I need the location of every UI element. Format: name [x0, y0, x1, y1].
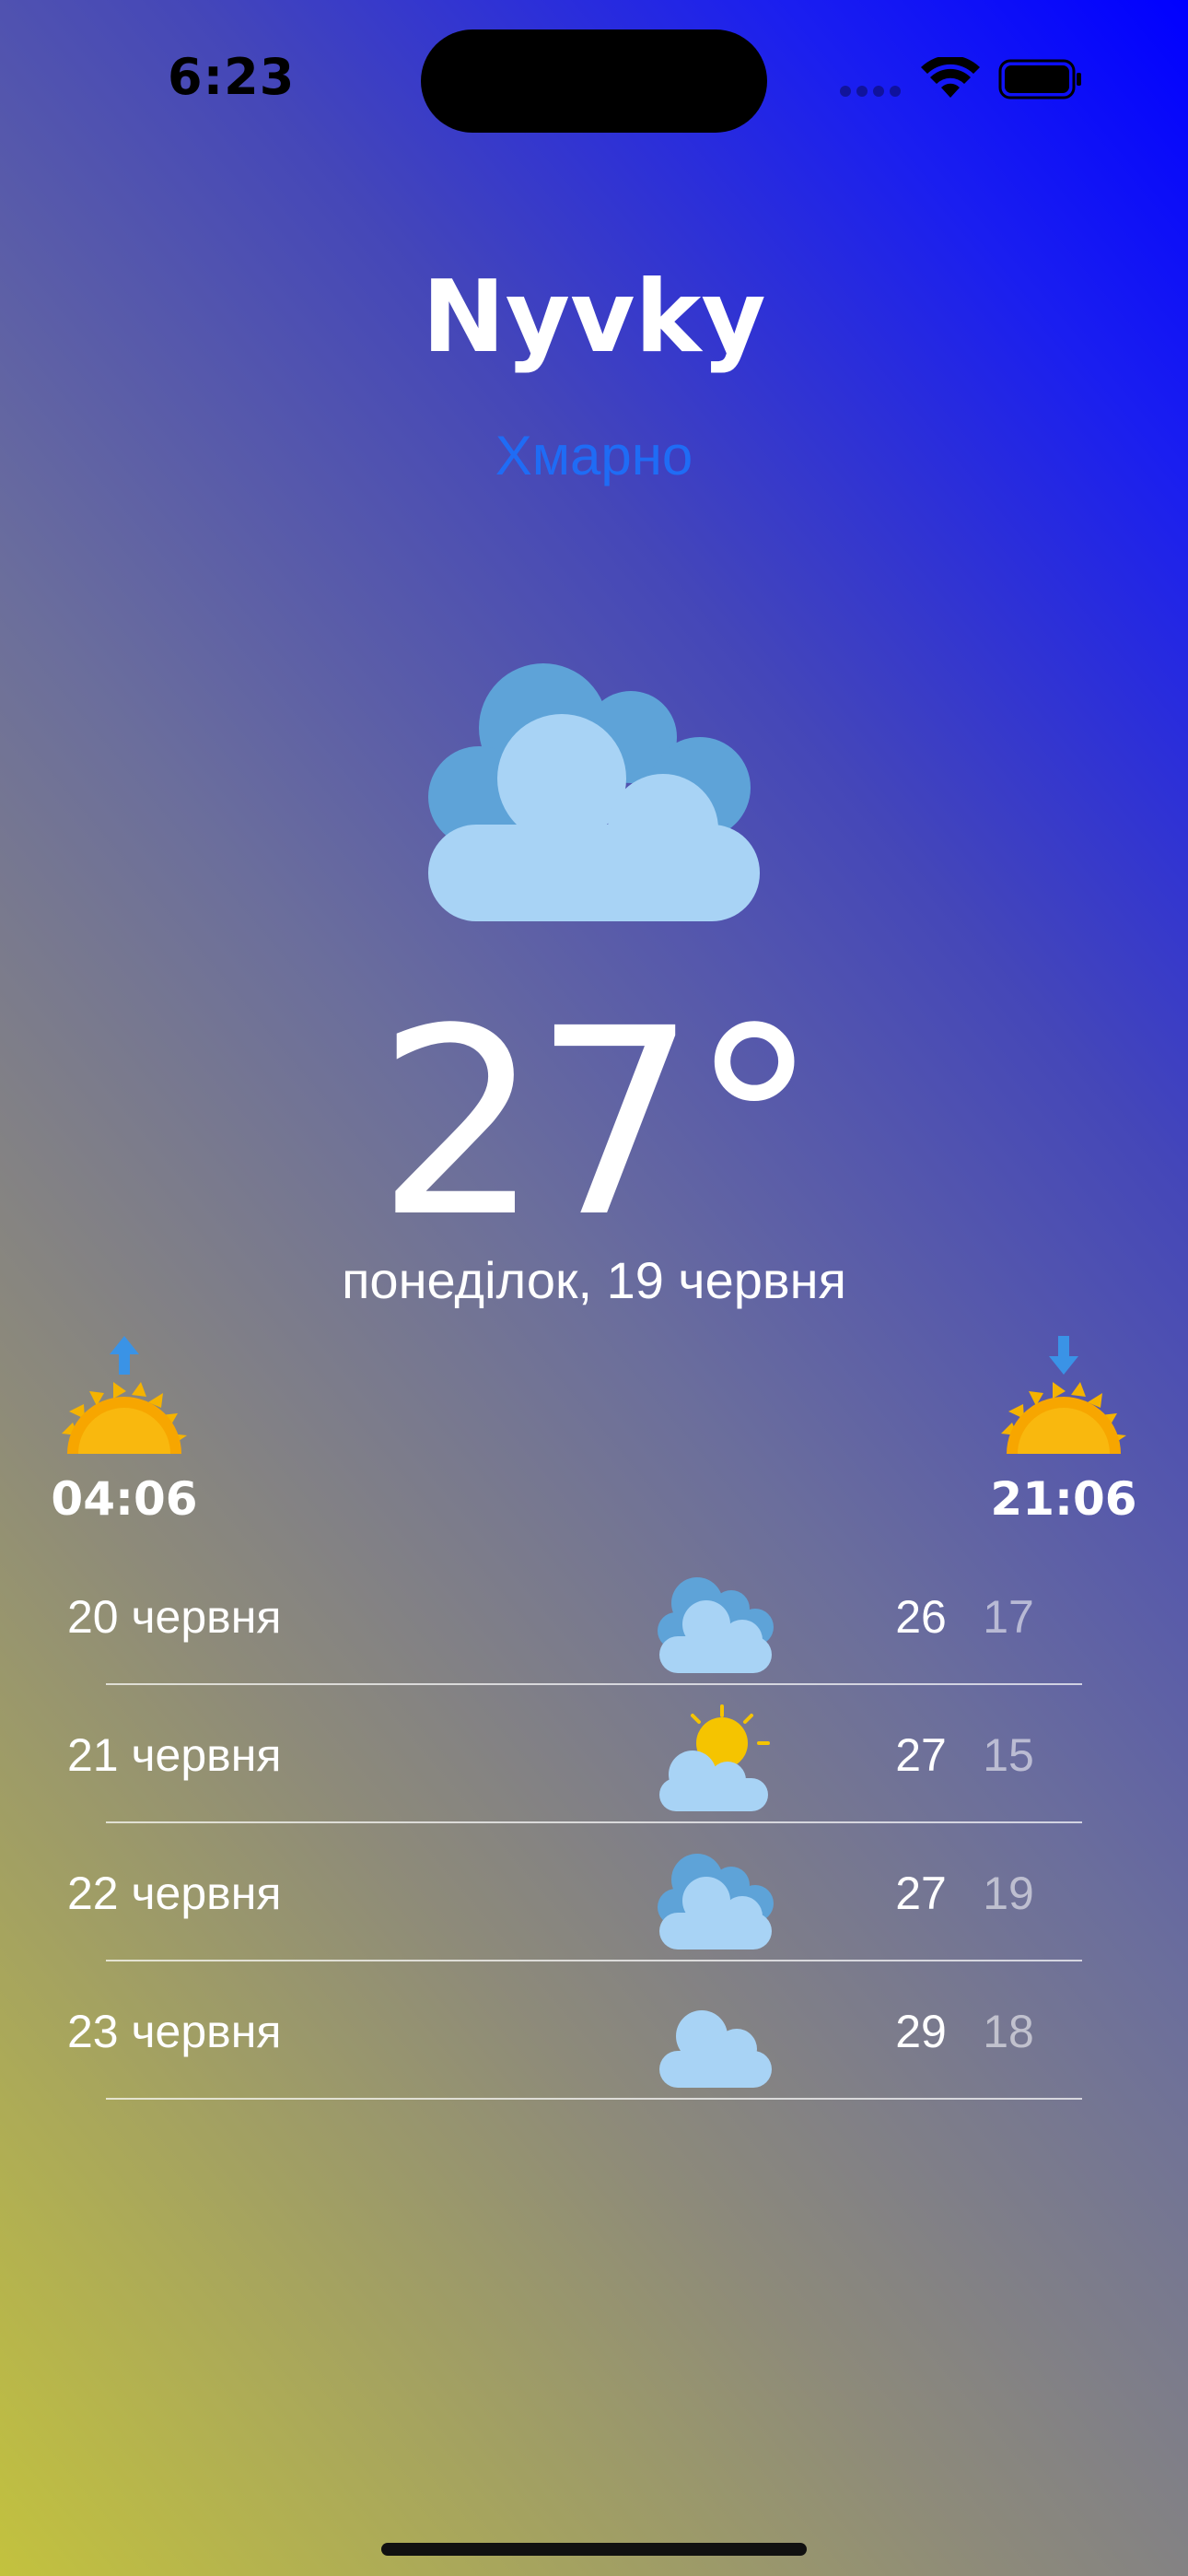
current-temperature: 27°	[376, 974, 819, 1274]
divider	[106, 1683, 1082, 1685]
forecast-row[interactable]: 20 червня 26 17	[0, 1548, 1188, 1686]
sunset-time: 21:06	[990, 1472, 1137, 1526]
cellular-signal-icon	[840, 85, 906, 98]
forecast-low: 19	[983, 1868, 1034, 1919]
status-bar: 6:23	[0, 0, 1188, 157]
sunrise-icon	[62, 1336, 187, 1454]
forecast-high: 27	[895, 1729, 947, 1781]
forecast-day: 23 червня	[67, 2006, 282, 2057]
home-indicator[interactable]	[381, 2543, 807, 2556]
divider	[106, 2098, 1082, 2100]
cloudy-icon	[658, 1854, 774, 1950]
forecast-low: 15	[983, 1729, 1034, 1781]
forecast-low: 18	[983, 2006, 1034, 2057]
battery-icon	[998, 59, 1081, 100]
status-time: 6:23	[168, 48, 296, 106]
forecast-day: 22 червня	[67, 1868, 282, 1919]
forecast-day: 20 червня	[67, 1591, 282, 1643]
cloudy-icon	[428, 663, 760, 921]
forecast-day: 21 червня	[67, 1729, 282, 1781]
forecast-high: 29	[895, 2006, 947, 2057]
forecast-row[interactable]: 23 червня 29 18	[0, 1962, 1188, 2101]
forecast-row[interactable]: 22 червня 27 19	[0, 1824, 1188, 1962]
weather-condition: Хмарно	[495, 425, 693, 486]
cloudy-icon	[658, 1577, 774, 1673]
forecast-row[interactable]: 21 червня 27 15	[0, 1686, 1188, 1824]
divider	[106, 1821, 1082, 1823]
forecast-high: 26	[895, 1591, 947, 1643]
divider	[106, 1960, 1082, 1961]
city-name: Nyvky	[422, 260, 766, 375]
sunset: 21:06	[981, 1334, 1147, 1537]
wifi-icon	[921, 57, 980, 98]
forecast-low: 17	[983, 1591, 1034, 1643]
forecast-high: 27	[895, 1868, 947, 1919]
dynamic-island	[421, 29, 767, 133]
sunset-icon	[1001, 1336, 1126, 1454]
partly-sunny-icon	[659, 1704, 770, 1811]
current-date: понеділок, 19 червня	[342, 1251, 846, 1309]
sunrise-time: 04:06	[51, 1472, 198, 1526]
sunrise: 04:06	[41, 1334, 207, 1537]
cloud-icon	[659, 2010, 772, 2088]
